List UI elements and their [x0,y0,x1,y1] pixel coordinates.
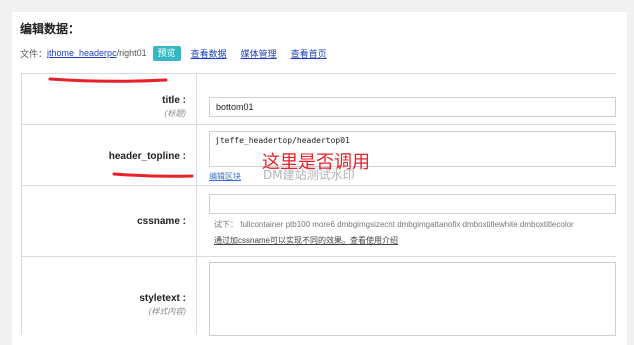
form-row-cssname: cssname : 试下： fullcontainer ptb100 more6… [22,186,616,257]
cssname-input[interactable] [209,194,616,214]
view-data-link[interactable]: 查看数据 [191,47,227,60]
media-manage-link[interactable]: 媒体管理 [241,47,277,60]
watermark-text: DM建站测试水印 [263,168,355,182]
view-home-link[interactable]: 查看首页 [291,47,327,60]
file-suffix: /right01 [116,48,147,58]
form-row-title: title : (标题) bottom01 [22,74,616,125]
cssname-suggestions: 试下： fullcontainer ptb100 more6 dmbgimgsi… [214,220,574,229]
form-row-styletext: styletext : (样式内容) [22,257,616,336]
header-topline-label: header_topline : [108,151,186,162]
cssname-label-cell: cssname : [22,186,197,256]
title-input[interactable]: bottom01 [209,97,616,117]
red-underline-header-topline [112,172,194,178]
page-title: 编辑数据： [20,22,81,36]
title-label: title : [162,95,186,106]
preview-button[interactable]: 预览 [152,45,181,61]
edit-block-link[interactable]: 编辑区块 [209,171,241,182]
file-label: 文件： [20,48,48,59]
cssname-help-link[interactable]: 通过加cssname可以实现不同的效果。查看使用介绍 [214,235,398,246]
file-breadcrumb: 文件： jthome_headerpc /right01 预览 查看数据 媒体管… [20,45,341,61]
styletext-textarea[interactable] [209,262,616,336]
cssname-label: cssname : [137,216,186,227]
styletext-label: styletext : [139,293,186,304]
edit-form: title : (标题) bottom01 header_topline : j… [21,73,616,336]
title-sublabel: (标题) [164,109,186,118]
styletext-label-cell: styletext : (样式内容) [22,257,197,334]
title-label-cell: title : (标题) [22,74,197,124]
styletext-sublabel: (样式内容) [148,307,186,316]
file-link[interactable]: jthome_headerpc [47,48,117,58]
